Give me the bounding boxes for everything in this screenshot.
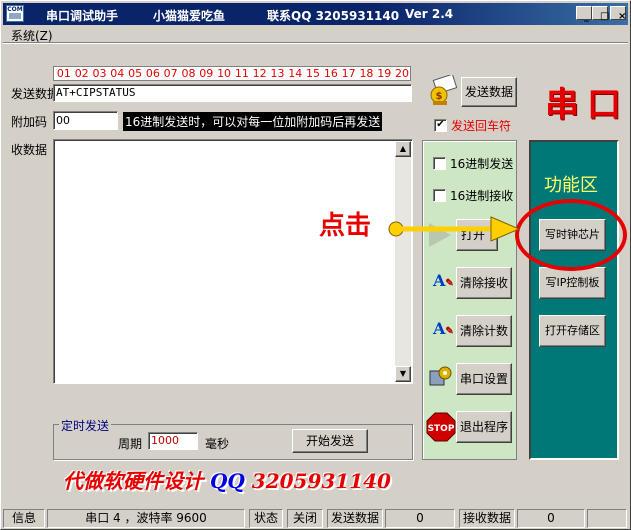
- byte-number: 15: [306, 67, 321, 80]
- byte-number: 07: [163, 67, 178, 80]
- close-icon: ×: [618, 11, 627, 22]
- logo-text: COM: [7, 6, 23, 13]
- pen-icon-clear-recv: A✎: [433, 271, 454, 290]
- maximize-icon: □: [600, 11, 610, 22]
- byte-number: 03: [92, 67, 107, 80]
- scroll-up-icon: ▲: [399, 144, 407, 153]
- append-hint: 16进制发送时，可以对每一位加附加码后再发送: [123, 112, 383, 131]
- period-input[interactable]: 1000: [148, 432, 198, 450]
- hex-send-checkbox[interactable]: [433, 157, 446, 170]
- start-send-button[interactable]: 开始发送: [292, 429, 368, 453]
- period-label: 周期: [118, 437, 143, 451]
- maximize-button[interactable]: □: [592, 6, 610, 22]
- settings-icon: [428, 365, 452, 389]
- byte-number: 20: [395, 67, 410, 80]
- svg-text:$: $: [436, 91, 443, 102]
- scroll-up-button[interactable]: ▲: [395, 141, 411, 157]
- clear-recv-button[interactable]: 清除接收: [456, 267, 512, 299]
- menu-separator: [3, 42, 628, 44]
- status-port: 串口 4 ，波特率 9600: [47, 509, 245, 528]
- byte-number: 14: [288, 67, 303, 80]
- hex-recv-checkbox[interactable]: [433, 189, 446, 202]
- status-recv-count: 0: [517, 509, 585, 528]
- clear-count-button[interactable]: 清除计数: [456, 315, 512, 347]
- byte-number: 13: [270, 67, 285, 80]
- byte-number: 11: [234, 67, 249, 80]
- byte-number: 10: [217, 67, 232, 80]
- highlight-ellipse: [515, 199, 627, 271]
- byte-numbers: 01 02 03 04 05 06 07 08 09 10 11 12 13 14 15 16 17 18 19 20: [55, 67, 410, 80]
- byte-number: 05: [128, 67, 143, 80]
- ad-qq-label: QQ: [209, 469, 245, 493]
- envelope-icon: $: [429, 73, 458, 107]
- byte-number: 04: [110, 67, 125, 80]
- author-text: 小猫猫爱吃鱼: [153, 9, 226, 23]
- status-send-label: 发送数据: [327, 509, 383, 528]
- serial-annotation: 串口: [545, 85, 629, 125]
- close-button[interactable]: ×: [610, 6, 627, 22]
- recv-scrollbar[interactable]: ▲ ▼: [395, 141, 411, 382]
- ad-text-main: 代做软硬件设计: [63, 469, 203, 493]
- open-storage-button[interactable]: 打开存储区: [539, 315, 606, 347]
- scroll-down-icon: ▼: [399, 369, 407, 378]
- title-bar[interactable]: COM 串口调试助手 小猫猫爱吃鱼 联系QQ 3205931140 Ver 2.…: [3, 3, 628, 25]
- app-logo-icon: COM: [6, 5, 24, 22]
- status-info: 信息: [3, 509, 45, 528]
- minimize-button[interactable]: _: [576, 6, 592, 22]
- append-input[interactable]: 00: [53, 111, 118, 130]
- port-settings-button[interactable]: 串口设置: [456, 363, 512, 395]
- send-label: 发送数据: [11, 87, 60, 101]
- status-recv-label: 接收数据: [459, 509, 515, 528]
- hex-recv-label: 16进制接收: [450, 189, 514, 203]
- append-label: 附加码: [11, 115, 48, 129]
- scroll-down-button[interactable]: ▼: [395, 366, 411, 382]
- send-input[interactable]: AT+CIPSTATUS: [53, 84, 412, 102]
- status-state-label: 状态: [249, 509, 283, 528]
- click-annotation: 点击: [319, 211, 372, 241]
- hex-send-label: 16进制发送: [450, 157, 514, 171]
- status-state-value: 关闭: [287, 509, 323, 528]
- stop-icon-text: STOP: [428, 424, 455, 434]
- byte-number: 16: [323, 67, 338, 80]
- write-ip-button[interactable]: 写IP控制板: [539, 267, 606, 299]
- byte-number: 12: [252, 67, 267, 80]
- version-text: Ver 2.4: [405, 7, 454, 21]
- recv-label: 收数据: [11, 143, 48, 157]
- exit-button[interactable]: 退出程序: [456, 411, 512, 443]
- period-unit: 毫秒: [205, 437, 230, 451]
- check-icon: ✔: [436, 119, 445, 130]
- app-title: 串口调试助手: [46, 9, 119, 23]
- send-data-button[interactable]: 发送数据: [461, 77, 517, 107]
- ad-text: 代做软硬件设计 QQ 3205931140: [63, 465, 391, 494]
- status-send-count: 0: [385, 509, 455, 528]
- byte-number: 17: [341, 67, 356, 80]
- recv-textarea[interactable]: ▲ ▼: [53, 139, 413, 384]
- minimize-icon: _: [584, 11, 589, 22]
- byte-number: 08: [181, 67, 196, 80]
- timer-title: 定时发送: [59, 417, 112, 434]
- ad-qq-number: 3205931140: [251, 469, 391, 493]
- status-extra: [587, 509, 627, 528]
- byte-number: 09: [199, 67, 214, 80]
- send-cr-label: 发送回车符: [451, 119, 512, 133]
- send-cr-checkbox[interactable]: ✔: [434, 119, 447, 132]
- byte-number: 06: [145, 67, 160, 80]
- byte-number: 02: [74, 67, 89, 80]
- app-window: COM 串口调试助手 小猫猫爱吃鱼 联系QQ 3205931140 Ver 2.…: [0, 0, 631, 530]
- byte-number: 18: [359, 67, 374, 80]
- byte-number-strip: 01 02 03 04 05 06 07 08 09 10 11 12 13 14 15 16 17 18 19 20: [53, 66, 411, 81]
- byte-number: 19: [377, 67, 392, 80]
- stop-icon: STOP: [426, 412, 456, 442]
- arrow-icon: [388, 216, 521, 242]
- contact-text: 联系QQ 3205931140: [267, 9, 400, 23]
- byte-number: 01: [56, 67, 71, 80]
- function-panel-title: 功能区: [544, 175, 598, 196]
- pen-icon-clear-count: A✎: [433, 319, 454, 338]
